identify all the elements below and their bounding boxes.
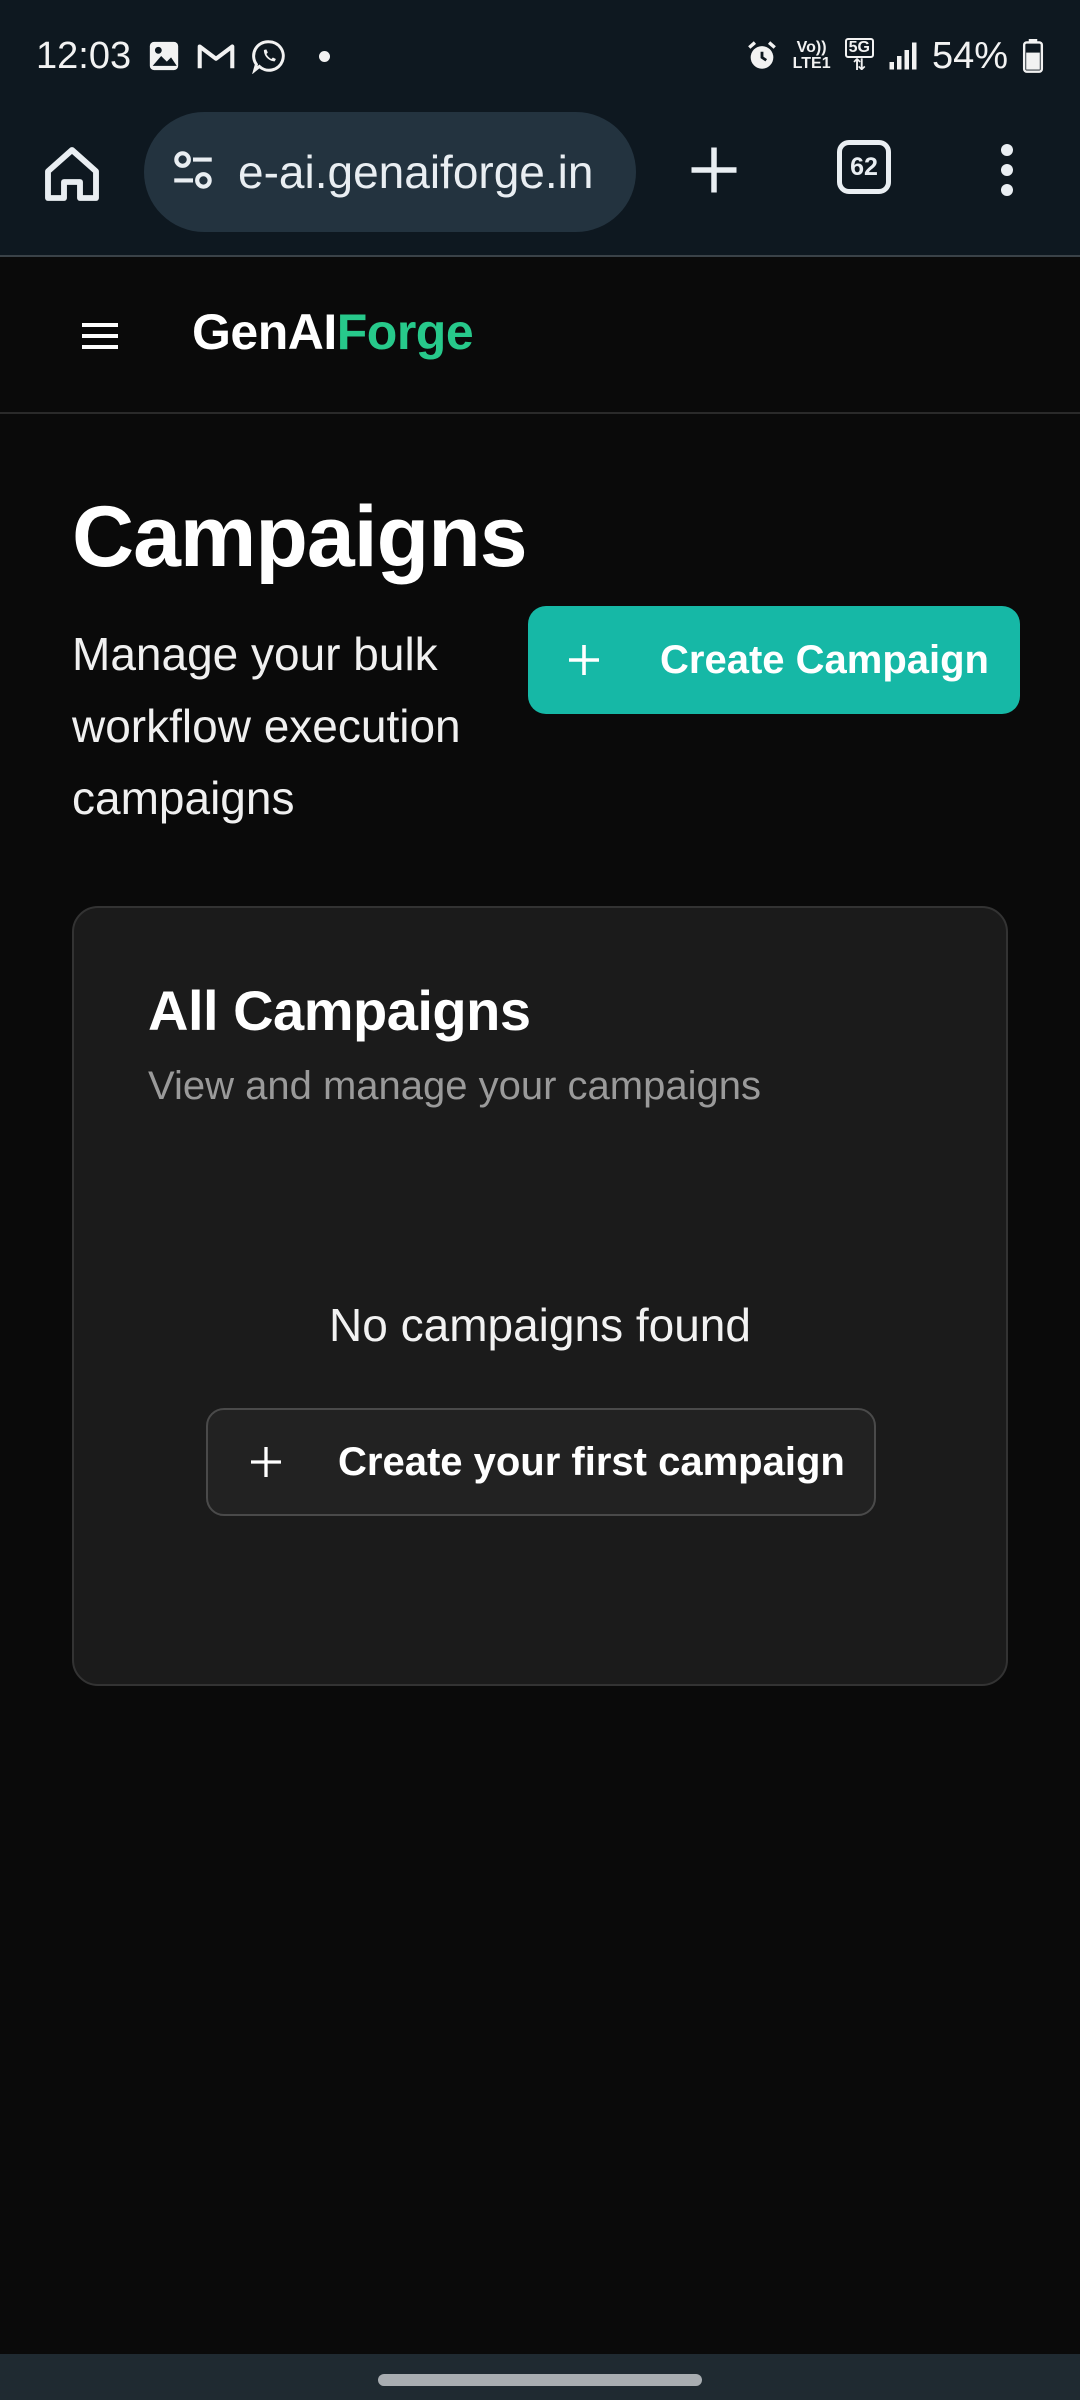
empty-state-message: No campaigns found [329,1299,751,1351]
navigation-gesture-area [0,2354,1080,2400]
brand-prefix: GenAI [192,304,337,360]
volte-label: Vo)) [796,39,827,56]
address-bar[interactable]: e-ai.genaiforge.in [144,112,636,232]
brand-accent: Forge [336,304,474,360]
gallery-icon [147,39,181,73]
more-options-icon[interactable] [992,140,1022,200]
card-title: All Campaigns [148,979,531,1042]
browser-toolbar: e-ai.genaiforge.in 62 [0,112,1080,257]
gesture-handle[interactable] [378,2374,702,2386]
network-type-label: 5G [844,38,874,58]
new-tab-icon[interactable] [684,140,744,200]
page-subtitle: Manage your bulk workflow execution camp… [72,628,461,824]
signal-icon [888,41,918,71]
status-bar-right: Vo)) LTE1 5G ⇅ 54% [745,35,1044,78]
create-campaign-label: Create Campaign [660,637,989,682]
home-icon[interactable] [40,142,104,206]
create-first-campaign-button[interactable]: Create your first campaign [206,1408,876,1516]
site-settings-icon[interactable] [168,145,218,200]
status-bar-left: 12:03 [36,34,331,78]
status-time: 12:03 [36,34,132,77]
plus-icon [248,1444,284,1480]
data-transfer-icon: ⇅ [852,57,866,74]
battery-icon [1022,39,1044,73]
page-title: Campaigns [72,489,528,585]
hamburger-menu-icon[interactable] [80,317,122,355]
status-bar: 12:03 Vo)) LTE1 5G ⇅ 54% [0,0,1080,112]
notification-dot-icon [319,50,331,62]
tab-switcher-button[interactable]: 62 [837,140,891,194]
brand-logo[interactable]: GenAIForge [192,303,474,361]
app-header: GenAIForge [0,259,1080,414]
volte-indicator: Vo)) LTE1 [793,40,831,72]
network-type-indicator: 5G ⇅ [844,38,874,74]
gmail-icon [197,40,235,72]
whatsapp-icon [251,38,287,74]
plus-icon [566,642,602,678]
battery-percent: 54% [931,34,1008,77]
card-description: View and manage your campaigns [148,1064,761,1108]
create-campaign-button[interactable]: Create Campaign [528,606,1020,714]
url-text[interactable]: e-ai.genaiforge.in [238,145,593,199]
create-first-campaign-label: Create your first campaign [338,1439,845,1484]
campaigns-card: All Campaigns View and manage your campa… [72,906,1008,1686]
alarm-icon [745,39,779,73]
lte-label: LTE1 [792,55,831,72]
